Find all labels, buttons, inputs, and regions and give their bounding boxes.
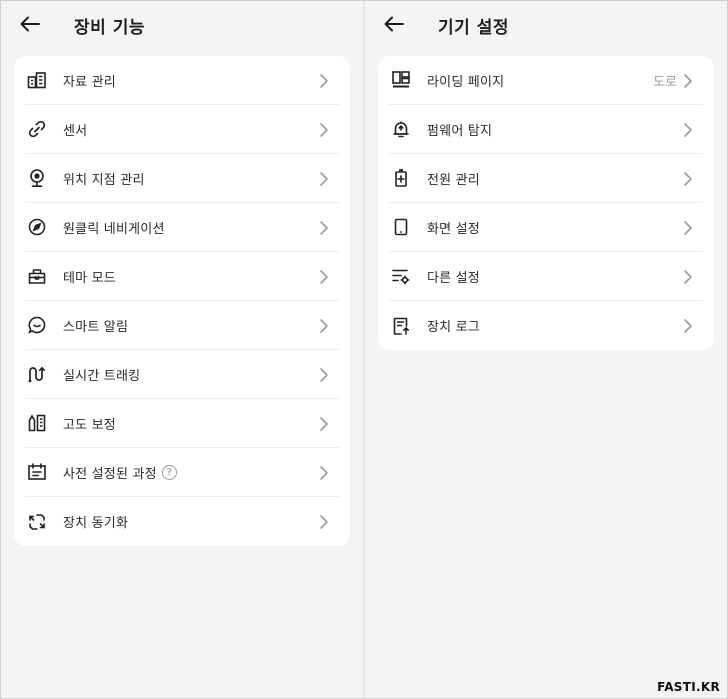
list-item-label: 센서 — [63, 123, 88, 139]
location-pin-icon — [26, 167, 48, 189]
chevron-right-icon — [684, 74, 692, 88]
chevron-right-icon — [684, 270, 692, 284]
settings-list: 라이딩 페이지 도로 펌웨어 탐지 전원 관리 화면 설정 다른 설정 장치 로… — [378, 56, 714, 350]
page-title: 기기 설정 — [438, 18, 509, 38]
device-log-icon — [390, 315, 412, 337]
list-item-label: 전원 관리 — [427, 172, 480, 188]
list-item-power-management[interactable]: 전원 관리 — [389, 154, 703, 203]
data-management-icon — [26, 69, 48, 91]
list-item-label: 장치 로그 — [427, 320, 480, 335]
header: 장비 기능 — [1, 1, 363, 47]
chevron-right-icon — [320, 221, 328, 235]
list-item-label: 실시간 트래킹 — [63, 368, 141, 384]
list-item-altitude-calibration[interactable]: 고도 보정 — [25, 399, 339, 448]
device-settings-panel: 기기 설정 라이딩 페이지 도로 펌웨어 탐지 전원 관리 화면 설정 다른 설… — [365, 1, 727, 698]
list-item-label: 라이딩 페이지 — [427, 74, 505, 90]
route-tracking-icon — [26, 363, 48, 385]
arrow-left-icon — [384, 16, 404, 32]
smart-notification-icon — [26, 314, 48, 336]
chevron-right-icon — [320, 368, 328, 382]
list-item-label: 위치 지점 관리 — [63, 172, 145, 188]
chevron-right-icon — [684, 221, 692, 235]
list-item-realtime-tracking[interactable]: 실시간 트래킹 — [25, 350, 339, 399]
sync-icon — [26, 511, 48, 533]
chevron-right-icon — [320, 417, 328, 431]
chevron-right-icon — [320, 172, 328, 186]
list-item-label: 고도 보정 — [63, 417, 116, 433]
chevron-right-icon — [320, 319, 328, 333]
list-item-label: 장치 동기화 — [63, 516, 129, 531]
list-item-data-management[interactable]: 자료 관리 — [25, 56, 339, 105]
list-item-label: 원클릭 네비게이션 — [63, 221, 165, 237]
list-item-riding-page[interactable]: 라이딩 페이지 도로 — [389, 56, 703, 105]
chevron-right-icon — [320, 74, 328, 88]
altitude-calibration-icon — [26, 412, 48, 434]
arrow-left-icon — [20, 16, 40, 32]
list-item-screen-settings[interactable]: 화면 설정 — [389, 203, 703, 252]
chevron-right-icon — [684, 172, 692, 186]
list-item-preset-course[interactable]: 사전 설정된 과정 ? — [25, 448, 339, 497]
theme-mode-icon — [26, 265, 48, 287]
list-item-device-log[interactable]: 장치 로그 — [389, 301, 703, 350]
chevron-right-icon — [320, 123, 328, 137]
list-item-smart-notification[interactable]: 스마트 알림 — [25, 301, 339, 350]
equipment-features-panel: 장비 기능 자료 관리 센서 위치 지점 관리 원클릭 네비게이션 테마 모드 … — [1, 1, 363, 698]
list-item-label: 사전 설정된 과정 — [63, 466, 157, 482]
back-button[interactable] — [17, 12, 43, 36]
sensor-link-icon — [26, 118, 48, 140]
list-item-theme-mode[interactable]: 테마 모드 — [25, 252, 339, 301]
chevron-right-icon — [684, 319, 692, 333]
chevron-right-icon — [320, 515, 328, 529]
list-item-device-sync[interactable]: 장치 동기화 — [25, 497, 339, 546]
other-settings-icon — [390, 265, 412, 287]
chevron-right-icon — [320, 466, 328, 480]
list-item-label: 테마 모드 — [63, 270, 116, 286]
chevron-right-icon — [684, 123, 692, 137]
list-item-label: 다른 설정 — [427, 270, 480, 286]
watermark: FASTI.KR — [657, 680, 720, 694]
back-button[interactable] — [381, 12, 407, 36]
list-item-label: 화면 설정 — [427, 221, 480, 237]
page-title: 장비 기능 — [74, 18, 145, 38]
firmware-bell-icon — [390, 118, 412, 140]
header: 기기 설정 — [365, 1, 727, 47]
compass-navigation-icon — [26, 216, 48, 238]
list-item-other-settings[interactable]: 다른 설정 — [389, 252, 703, 301]
list-item-firmware-detection[interactable]: 펌웨어 탐지 — [389, 105, 703, 154]
list-item-sensor[interactable]: 센서 — [25, 105, 339, 154]
list-item-location-management[interactable]: 위치 지점 관리 — [25, 154, 339, 203]
features-list: 자료 관리 센서 위치 지점 관리 원클릭 네비게이션 테마 모드 스마트 알림… — [14, 56, 350, 546]
list-item-label: 펌웨어 탐지 — [427, 123, 493, 139]
screen-icon — [390, 216, 412, 238]
chevron-right-icon — [320, 270, 328, 284]
preset-course-icon — [26, 461, 48, 483]
list-item-label: 자료 관리 — [63, 74, 116, 90]
riding-page-icon — [390, 69, 412, 91]
help-icon[interactable]: ? — [161, 464, 177, 480]
battery-icon — [390, 167, 412, 189]
list-item-one-click-navigation[interactable]: 원클릭 네비게이션 — [25, 203, 339, 252]
riding-page-value: 도로 — [653, 74, 677, 90]
list-item-label: 스마트 알림 — [63, 319, 129, 335]
